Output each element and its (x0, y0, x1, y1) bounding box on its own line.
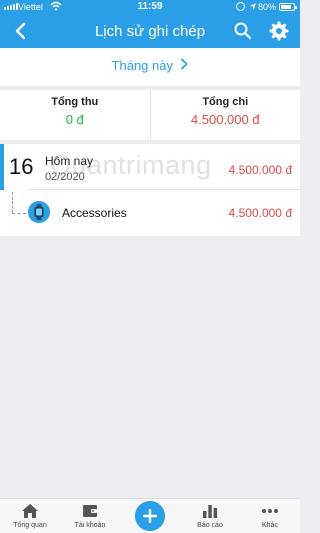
svg-text:Quantrimang: Quantrimang (50, 150, 212, 180)
rotation-lock-icon (236, 2, 245, 11)
tab-reports[interactable]: Báo cáo (180, 499, 240, 533)
chevron-right-icon[interactable] (180, 58, 188, 70)
watermark-logo: Quantrimang (50, 150, 212, 180)
tab-accounts[interactable]: Tài khoản (60, 499, 120, 533)
income-total: Tổng thu 0 đ (0, 90, 150, 140)
add-transaction-button[interactable] (135, 501, 165, 531)
tab-label: Báo cáo (197, 522, 223, 529)
day-total: 4.500.000 đ (228, 163, 292, 177)
home-icon (22, 504, 38, 518)
day-number: 16 (9, 154, 34, 179)
watch-icon (28, 201, 50, 223)
search-icon[interactable] (233, 21, 253, 41)
bar-chart-icon (203, 505, 218, 518)
tree-connector (12, 192, 13, 213)
expense-label: Tổng chi (202, 96, 249, 108)
income-value: 0 đ (65, 112, 84, 127)
battery-percent: 80% (258, 2, 277, 12)
expense-total: Tổng chi 4.500.000 đ (149, 90, 301, 140)
more-icon (262, 509, 278, 513)
period-selector[interactable]: Tháng này (0, 48, 300, 86)
tab-more[interactable]: Khác (240, 499, 300, 533)
entry-amount: 4.500.000 đ (228, 206, 292, 220)
tab-overview[interactable]: Tổng quan (0, 499, 60, 533)
nav-bar: Lịch sử ghi chép (0, 14, 300, 48)
tab-label: Tổng quan (13, 522, 47, 529)
status-bar: Viettel 11:59 80% (0, 0, 300, 14)
wallet-icon (83, 505, 97, 517)
period-label[interactable]: Tháng này (112, 58, 173, 73)
page-title: Lịch sử ghi chép (94, 23, 206, 40)
tree-connector-branch (12, 213, 26, 214)
tab-label: Tài khoản (74, 522, 106, 529)
tab-label: Khác (262, 522, 278, 529)
location-icon (250, 3, 256, 10)
day-accent-bar (0, 144, 4, 190)
divider (28, 189, 300, 190)
expense-value: 4.500.000 đ (190, 112, 260, 127)
totals-summary: Tổng thu 0 đ Tổng chi 4.500.000 đ (0, 90, 300, 140)
income-label: Tổng thu (51, 96, 99, 108)
entry-category[interactable]: Accessories (62, 206, 127, 220)
battery-icon (279, 3, 297, 11)
gear-icon[interactable] (268, 20, 290, 42)
